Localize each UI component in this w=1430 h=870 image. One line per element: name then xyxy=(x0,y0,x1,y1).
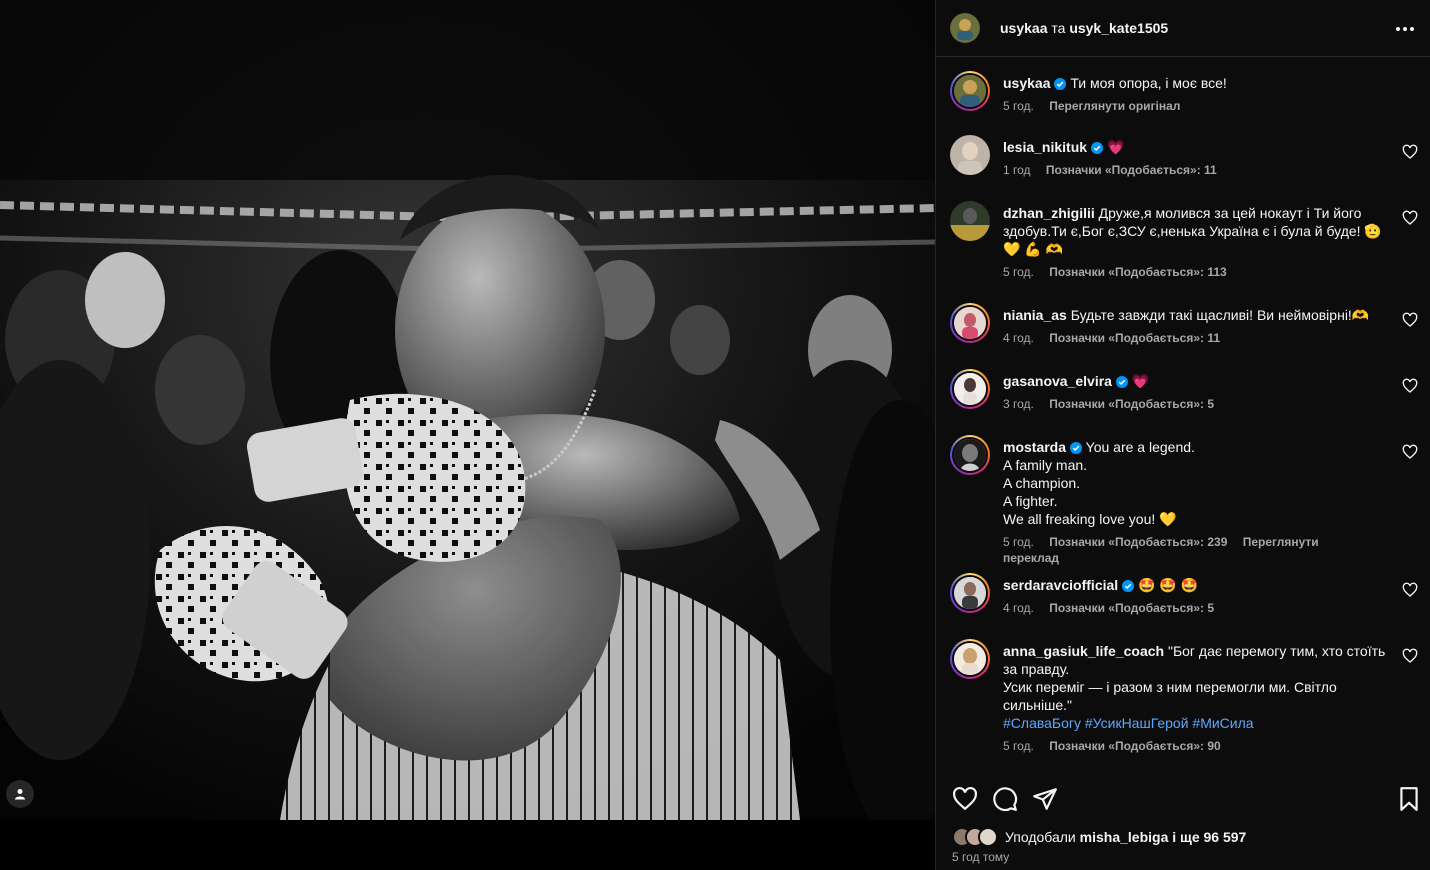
comment-username[interactable]: niania_as xyxy=(1003,307,1067,323)
verified-badge-icon xyxy=(1122,580,1135,592)
liker-username[interactable]: misha_lebiga xyxy=(1080,829,1169,845)
commenter-avatar[interactable] xyxy=(950,135,990,175)
comment-text-line: We all freaking love you! 💛 xyxy=(1003,511,1177,527)
comment-likes[interactable]: Позначки «Подобається»: 113 xyxy=(1049,265,1227,279)
authors-conjunction: та xyxy=(1051,20,1066,36)
comment-time[interactable]: 5 год. xyxy=(1003,535,1034,549)
see-original-link[interactable]: Переглянути оригінал xyxy=(1049,99,1180,113)
more-options-button[interactable] xyxy=(1393,17,1417,41)
comment-likes[interactable]: Позначки «Подобається»: 5 xyxy=(1049,397,1214,411)
photo-bottom-strip xyxy=(0,820,935,870)
comment-hashtags[interactable]: #СлаваБогу #УсикНашГерой #МиСила xyxy=(1003,715,1254,731)
post-photo[interactable] xyxy=(0,0,935,870)
post-authors: usykaa та usyk_kate1505 xyxy=(1000,20,1168,36)
comment-text-line: A family man. xyxy=(1003,457,1088,473)
more-icon xyxy=(1396,27,1414,31)
comment-likes[interactable]: Позначки «Подобається»: 239 xyxy=(1049,535,1227,549)
comment-time[interactable]: 4 год. xyxy=(1003,331,1034,345)
post-timestamp[interactable]: 5 год тому xyxy=(952,850,1009,864)
caption-avatar[interactable] xyxy=(950,71,990,111)
comment-text-line: You are a legend. xyxy=(1085,439,1195,455)
comment-text-line: A fighter. xyxy=(1003,493,1058,509)
comment-heart-icon[interactable] xyxy=(1402,378,1418,394)
comment-heart-icon[interactable] xyxy=(1402,312,1418,328)
commenter-avatar[interactable] xyxy=(950,369,990,409)
caption-text: Ти моя опора, і моє все! xyxy=(1070,75,1227,91)
comment-heart-icon[interactable] xyxy=(1402,210,1418,226)
caption-time[interactable]: 5 год. xyxy=(1003,99,1034,113)
comment-likes[interactable]: Позначки «Подобається»: 90 xyxy=(1049,739,1220,753)
post-side-panel: usykaa та usyk_kate1505 usykaa Ти моя оп… xyxy=(935,0,1430,870)
comment-text: 💗 xyxy=(1131,373,1150,389)
comment-likes[interactable]: Позначки «Подобається»: 11 xyxy=(1046,163,1217,177)
bookmark-icon[interactable] xyxy=(1396,786,1422,812)
comment-icon[interactable] xyxy=(992,786,1018,812)
comment-time[interactable]: 5 год. xyxy=(1003,739,1034,753)
author-username[interactable]: usykaa xyxy=(1000,20,1047,36)
commenter-avatar[interactable] xyxy=(950,639,990,679)
comment-heart-icon[interactable] xyxy=(1402,648,1418,664)
verified-badge-icon xyxy=(1054,78,1067,90)
liker-avatar xyxy=(978,827,998,847)
post-actions xyxy=(936,780,1430,818)
comment-text-line: A champion. xyxy=(1003,475,1081,491)
verified-badge-icon xyxy=(1115,376,1128,388)
comment-text: 💗 xyxy=(1106,139,1125,155)
comments-list[interactable]: usykaa Ти моя опора, і моє все! 5 год. П… xyxy=(936,57,1430,767)
likes-count[interactable]: і ще 96 597 xyxy=(1172,829,1246,845)
user-tag-icon xyxy=(15,789,25,800)
comment-username[interactable]: anna_gasiuk_life_coach xyxy=(1003,643,1164,659)
commenter-avatar[interactable] xyxy=(950,435,990,475)
comment-heart-icon[interactable] xyxy=(1402,582,1418,598)
comment-text: 🤩 🤩 🤩 xyxy=(1138,577,1199,593)
comment-text-line: Усик переміг — і разом з ним перемогли м… xyxy=(1003,679,1337,713)
comment-likes[interactable]: Позначки «Подобається»: 11 xyxy=(1049,331,1220,345)
comment-heart-icon[interactable] xyxy=(1402,144,1418,160)
comment-username[interactable]: lesia_nikituk xyxy=(1003,139,1087,155)
post-header: usykaa та usyk_kate1505 xyxy=(936,0,1430,57)
caption-username[interactable]: usykaa xyxy=(1003,75,1050,91)
comment-time[interactable]: 4 год. xyxy=(1003,601,1034,615)
comment-text: Будьте завжди такі щасливі! Ви неймовірн… xyxy=(1070,307,1370,323)
tagged-users-button[interactable] xyxy=(6,780,34,808)
comment-heart-icon[interactable] xyxy=(1402,444,1418,460)
comment-time[interactable]: 3 год. xyxy=(1003,397,1034,411)
heart-icon[interactable] xyxy=(952,786,978,812)
comment-username[interactable]: mostarda xyxy=(1003,439,1066,455)
comment-time[interactable]: 5 год. xyxy=(1003,265,1034,279)
comment-likes[interactable]: Позначки «Подобається»: 5 xyxy=(1049,601,1214,615)
likes-summary[interactable]: Уподобали misha_lebiga і ще 96 597 xyxy=(952,826,1246,848)
likes-prefix: Уподобали xyxy=(1005,829,1076,845)
commenter-avatar[interactable] xyxy=(950,573,990,613)
comment-username[interactable]: serdaravciofficial xyxy=(1003,577,1118,593)
share-icon[interactable] xyxy=(1032,786,1058,812)
comment-username[interactable]: gasanova_elvira xyxy=(1003,373,1112,389)
coauthor-username[interactable]: usyk_kate1505 xyxy=(1069,20,1168,36)
author-avatar[interactable] xyxy=(950,13,980,43)
comment-time[interactable]: 1 год xyxy=(1003,163,1031,177)
post-image xyxy=(0,0,935,820)
commenter-avatar[interactable] xyxy=(950,201,990,241)
verified-badge-icon xyxy=(1091,142,1104,154)
commenter-avatar[interactable] xyxy=(950,303,990,343)
comment-username[interactable]: dzhan_zhigilii xyxy=(1003,205,1095,221)
verified-badge-icon xyxy=(1070,442,1083,454)
